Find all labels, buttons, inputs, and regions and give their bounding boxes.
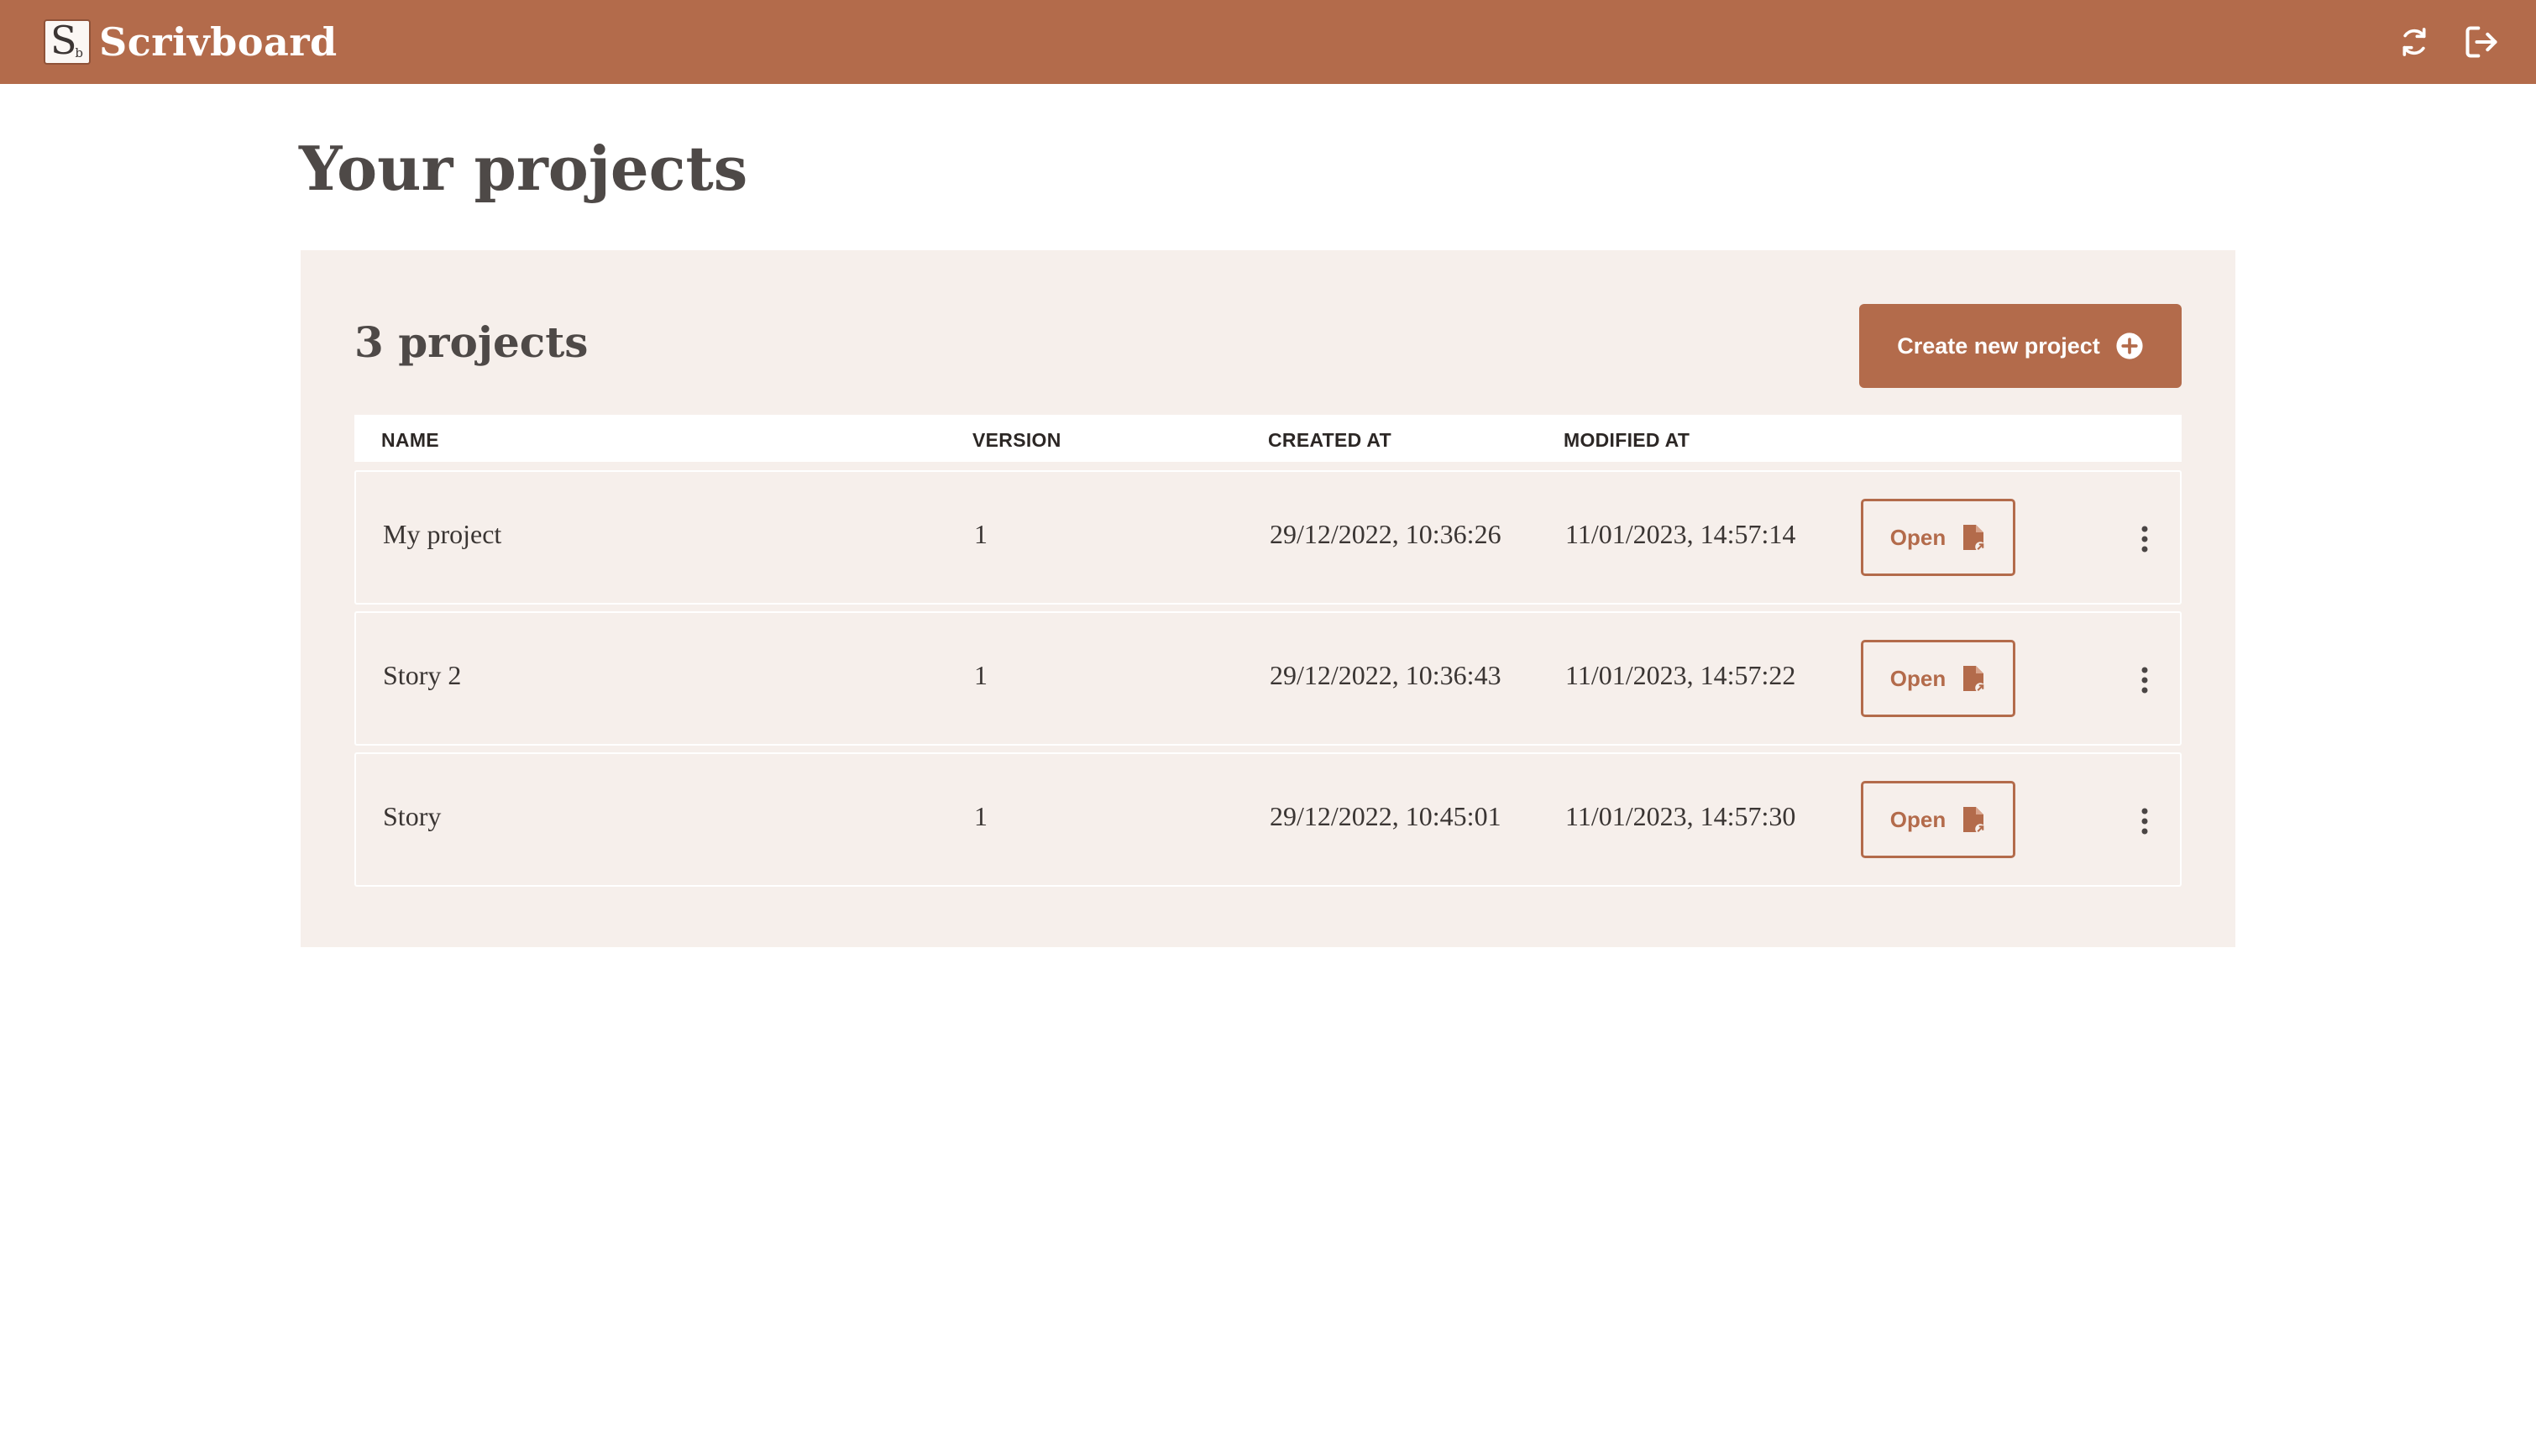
more-options-icon[interactable] [2125,516,2165,563]
create-new-project-label: Create new project [1897,333,2100,359]
column-header-created-at[interactable]: CREATED AT [1268,429,1391,452]
open-project-button[interactable]: Open [1861,499,2015,576]
project-modified-at: 11/01/2023, 14:57:30 [1565,801,1796,831]
logo-letter: S [50,18,77,63]
project-created-at: 29/12/2022, 10:36:26 [1270,519,1501,549]
column-header-version[interactable]: VERSION [972,429,1061,452]
app-logo: S b [44,18,91,65]
plus-circle-icon [2115,332,2144,360]
project-version: 1 [974,519,988,549]
table-row: My project 1 29/12/2022, 10:36:26 11/01/… [354,470,2182,605]
project-name: Story [383,801,442,831]
project-version: 1 [974,660,988,690]
open-project-button[interactable]: Open [1861,640,2015,717]
file-open-icon [1961,663,1986,694]
brand[interactable]: S b Scrivboard [44,17,338,67]
logout-icon[interactable] [2460,21,2502,63]
column-header-name[interactable]: NAME [381,429,439,452]
page-title: Your projects [299,133,748,204]
open-label: Open [1889,665,1947,691]
projects-panel: 3 projects Create new project NAME VERSI… [301,250,2235,947]
file-open-icon [1961,804,1986,835]
projects-count: 3 projects [354,317,589,367]
open-project-button[interactable]: Open [1861,781,2015,858]
file-open-icon [1961,522,1986,553]
project-modified-at: 11/01/2023, 14:57:14 [1565,519,1796,549]
create-new-project-button[interactable]: Create new project [1859,304,2182,388]
more-options-icon[interactable] [2125,798,2165,845]
open-label: Open [1889,806,1947,832]
app-name: Scrivboard [99,19,338,65]
table-row: Story 2 1 29/12/2022, 10:36:43 11/01/202… [354,611,2182,746]
project-name: Story 2 [383,660,462,690]
logo-small-letter: b [75,45,83,60]
project-created-at: 29/12/2022, 10:45:01 [1270,801,1501,831]
table-header: NAME VERSION CREATED AT MODIFIED AT [354,415,2182,462]
refresh-icon[interactable] [2393,21,2435,63]
project-created-at: 29/12/2022, 10:36:43 [1270,660,1501,690]
project-modified-at: 11/01/2023, 14:57:22 [1565,660,1796,690]
table-row: Story 1 29/12/2022, 10:45:01 11/01/2023,… [354,752,2182,887]
more-options-icon[interactable] [2125,657,2165,704]
project-name: My project [383,519,502,549]
top-bar: S b Scrivboard [0,0,2536,84]
column-header-modified-at[interactable]: MODIFIED AT [1564,429,1690,452]
open-label: Open [1889,524,1947,550]
project-version: 1 [974,801,988,831]
